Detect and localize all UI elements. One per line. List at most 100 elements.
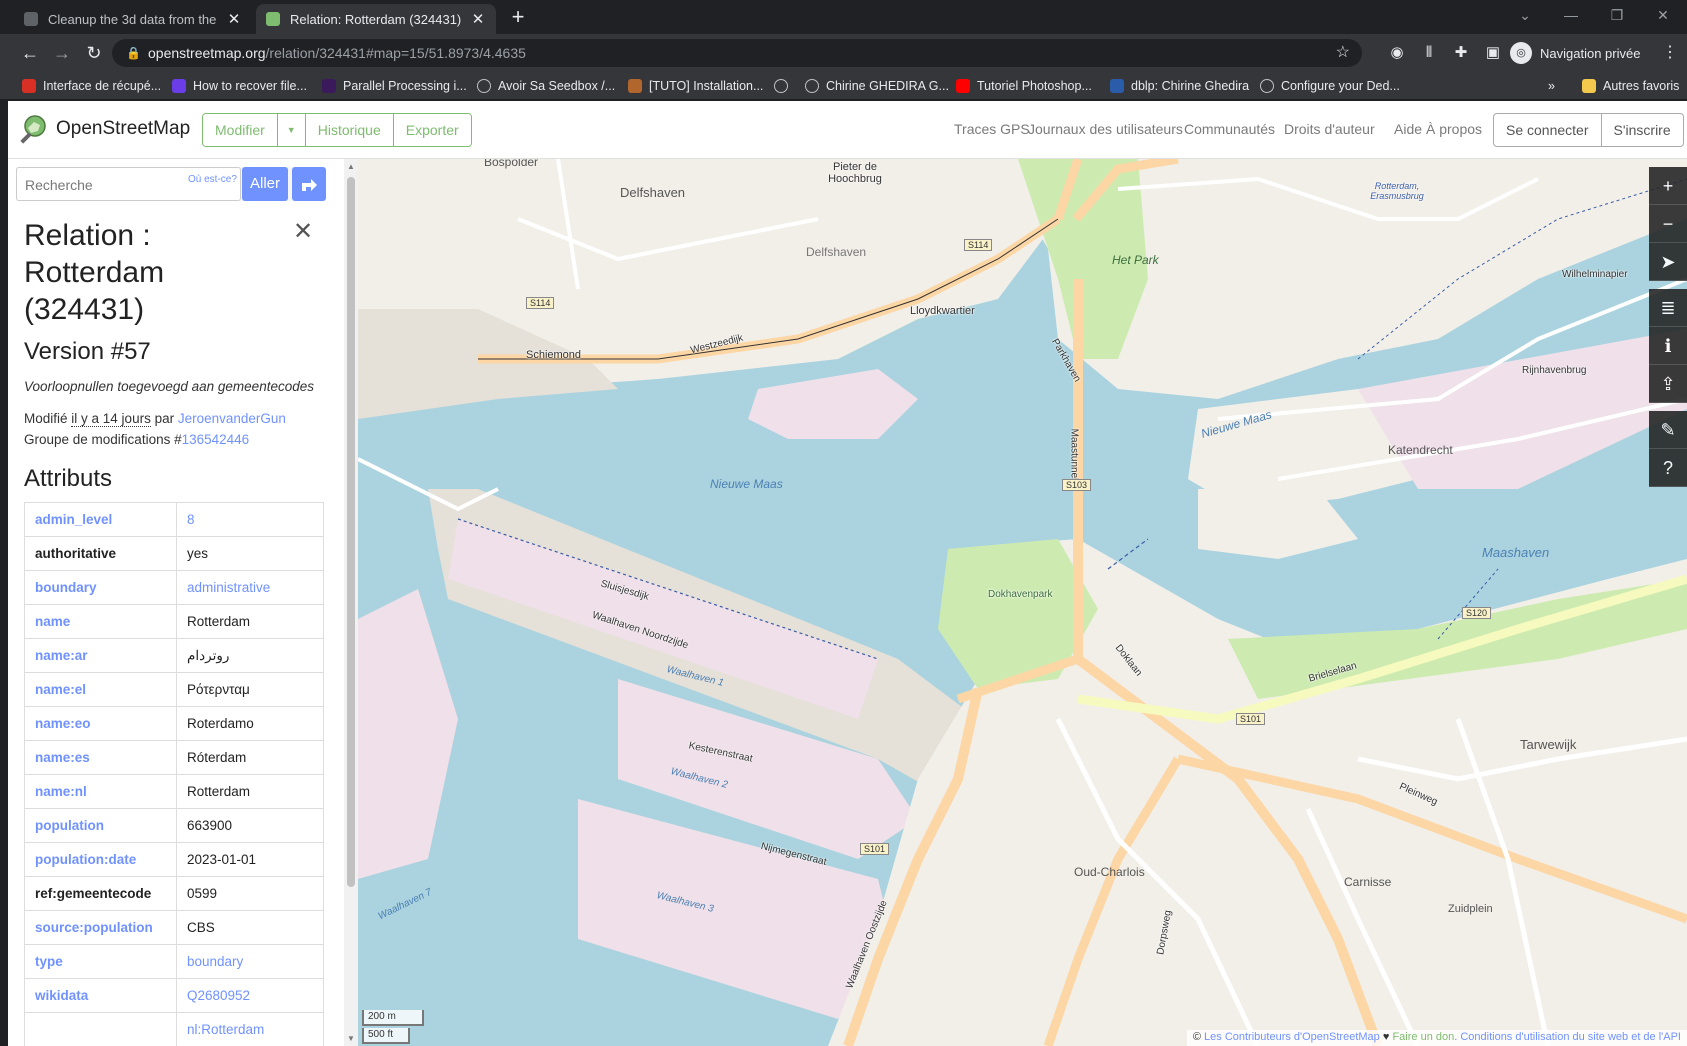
changeset-prefix: Groupe de modifications # (24, 432, 182, 447)
nav-about[interactable]: À propos (1426, 121, 1482, 137)
login-button[interactable]: Se connecter (1494, 114, 1602, 146)
changeset-link[interactable]: 136542446 (182, 432, 250, 447)
bookmark-item[interactable]: How to recover file... (172, 77, 307, 95)
donate-link[interactable]: Faire un don (1392, 1031, 1454, 1043)
reload-button[interactable]: ↻ (82, 42, 106, 64)
tab-cleanup-3d[interactable]: Cleanup the 3d data from the ph ✕ (14, 4, 252, 34)
export-button[interactable]: Exporter (393, 114, 471, 146)
nav-copyright[interactable]: Droits d'auteur (1284, 121, 1375, 137)
bookmark-star-icon[interactable]: ☆ (1336, 39, 1350, 67)
tab-close-icon[interactable]: ✕ (226, 10, 242, 28)
overflow-label: » (1548, 79, 1555, 93)
relation-details: Relation : Rotterdam (324431) Version #5… (24, 217, 324, 1046)
tag-key[interactable]: name:ar (24, 638, 177, 673)
query-features-icon[interactable]: ? (1649, 449, 1687, 487)
user-link[interactable]: JeroenvanderGun (178, 411, 286, 426)
osm-favicon-icon (266, 12, 280, 26)
tag-key[interactable]: wikidata (24, 978, 177, 1013)
scrollbar-thumb[interactable] (347, 177, 355, 887)
osm-contributors-link[interactable]: Les Contributeurs d'OpenStreetMap (1204, 1031, 1380, 1043)
tag-key[interactable]: source:population (24, 910, 177, 945)
zoom-out-button[interactable]: − (1649, 205, 1687, 243)
forward-button[interactable]: → (50, 42, 74, 64)
tag-value[interactable]: Q2680952 (176, 978, 324, 1013)
add-note-icon[interactable]: ✎ (1649, 411, 1687, 449)
tag-key[interactable]: name:es (24, 740, 177, 775)
tab-search-icon[interactable]: ⌄ (1502, 4, 1548, 26)
tag-value[interactable]: boundary (176, 944, 324, 979)
bookmark-item[interactable]: Avoir Sa Seedbox /... (477, 77, 615, 95)
side-panel-icon[interactable]: ▣ (1483, 43, 1503, 63)
bookmark-item[interactable]: Chirine GHEDIRA G... (774, 77, 949, 95)
osm-brand: OpenStreetMap (56, 118, 191, 139)
tag-key[interactable] (24, 1012, 177, 1046)
map-label: Tarwewijk (1520, 737, 1577, 752)
bookmark-item[interactable]: Parallel Processing i... (322, 77, 467, 95)
bookmark-item[interactable]: [TUTO] Installation... (628, 77, 763, 95)
close-window-button[interactable]: ✕ (1640, 4, 1686, 26)
signup-button[interactable]: S'inscrire (1602, 114, 1683, 146)
back-button[interactable]: ← (18, 42, 42, 64)
tab-close-icon[interactable]: ✕ (470, 10, 486, 28)
locate-button[interactable]: ➤ (1649, 243, 1687, 281)
nav-user-diaries[interactable]: Journaux des utilisateurs (1028, 121, 1183, 137)
map-view[interactable]: Bospolder Delfshaven Pieter de Hoochbrug… (358, 159, 1687, 1046)
sidebar-scrollbar[interactable]: ▲ ▼ (344, 159, 358, 1046)
scroll-down-icon[interactable]: ▼ (347, 1034, 355, 1043)
nav-gps-traces[interactable]: Traces GPS (954, 121, 1030, 137)
bookmarks-bar: Interface de récupé... How to recover fi… (0, 72, 1687, 100)
where-is-this-link[interactable]: Où est-ce? (188, 174, 237, 185)
tag-value: 663900 (176, 808, 324, 843)
bookmark-label: Parallel Processing i... (343, 79, 467, 93)
address-bar[interactable]: 🔒 openstreetmap.org/relation/324431#map=… (112, 39, 1362, 67)
tag-key: authoritative (24, 536, 177, 571)
nav-help[interactable]: Aide (1394, 121, 1422, 137)
tag-key[interactable]: type (24, 944, 177, 979)
restore-button[interactable]: ❐ (1594, 4, 1640, 26)
bookmarks-overflow-button[interactable]: » (1548, 77, 1555, 95)
history-button[interactable]: Historique (305, 114, 394, 146)
tag-key[interactable]: name:el (24, 672, 177, 707)
bookmark-item[interactable]: Configure your Ded... (1260, 77, 1400, 95)
layers-icon[interactable]: ≣ (1649, 289, 1687, 327)
bookmark-item[interactable]: Interface de récupé... (22, 77, 161, 95)
browser-menu-icon[interactable]: ⋮ (1662, 42, 1678, 62)
tag-key[interactable]: population (24, 808, 177, 843)
search-go-button[interactable]: Aller (242, 167, 288, 201)
incognito-profile-button[interactable]: ◎ Navigation privée (1510, 41, 1640, 65)
tag-value[interactable]: 8 (176, 502, 324, 537)
tag-key[interactable]: admin_level (24, 502, 177, 537)
terms-link[interactable]: . Conditions d'utilisation du site web e… (1454, 1031, 1681, 1043)
bookmark-item[interactable]: dblp: Chirine Ghedira (1110, 77, 1249, 95)
info-icon[interactable]: ℹ (1649, 327, 1687, 365)
edit-button[interactable]: Modifier (203, 114, 278, 146)
tag-row: name:es Róterdam (24, 740, 324, 775)
directions-button[interactable] (292, 167, 326, 201)
minimize-button[interactable]: — (1548, 4, 1594, 26)
tag-key[interactable]: name:eo (24, 706, 177, 741)
tag-key[interactable]: name (24, 604, 177, 639)
tag-value[interactable]: administrative (176, 570, 324, 605)
tab-osm-relation[interactable]: Relation: Rotterdam (324431) | O ✕ (256, 4, 496, 34)
tag-value: yes (176, 536, 324, 571)
incognito-icon: ◎ (1510, 42, 1532, 64)
bookmark-favicon-icon (628, 79, 642, 93)
edit-dropdown-icon[interactable]: ▼ (277, 114, 306, 146)
tab-title: Relation: Rotterdam (324431) | O (290, 11, 464, 27)
new-tab-button[interactable]: + (506, 5, 530, 29)
osm-logo[interactable]: OpenStreetMap (18, 114, 190, 144)
extension-circle-icon[interactable]: ◉ (1387, 43, 1407, 63)
extension-bars-icon[interactable]: ⦀ (1419, 43, 1439, 63)
tag-value[interactable]: nl:Rotterdam (176, 1012, 324, 1046)
extensions-puzzle-icon[interactable]: ✚ (1451, 43, 1471, 63)
zoom-in-button[interactable]: + (1649, 167, 1687, 205)
tag-key[interactable]: population:date (24, 842, 177, 877)
scroll-up-icon[interactable]: ▲ (347, 162, 355, 171)
bookmark-item[interactable]: Tutoriel Photoshop... (956, 77, 1092, 95)
lock-icon: 🔒 (126, 46, 141, 60)
tag-key[interactable]: boundary (24, 570, 177, 605)
other-bookmarks-folder[interactable]: Autres favoris (1582, 77, 1679, 95)
share-icon[interactable]: ⇪ (1649, 365, 1687, 403)
nav-communities[interactable]: Communautés (1184, 121, 1275, 137)
tag-key[interactable]: name:nl (24, 774, 177, 809)
